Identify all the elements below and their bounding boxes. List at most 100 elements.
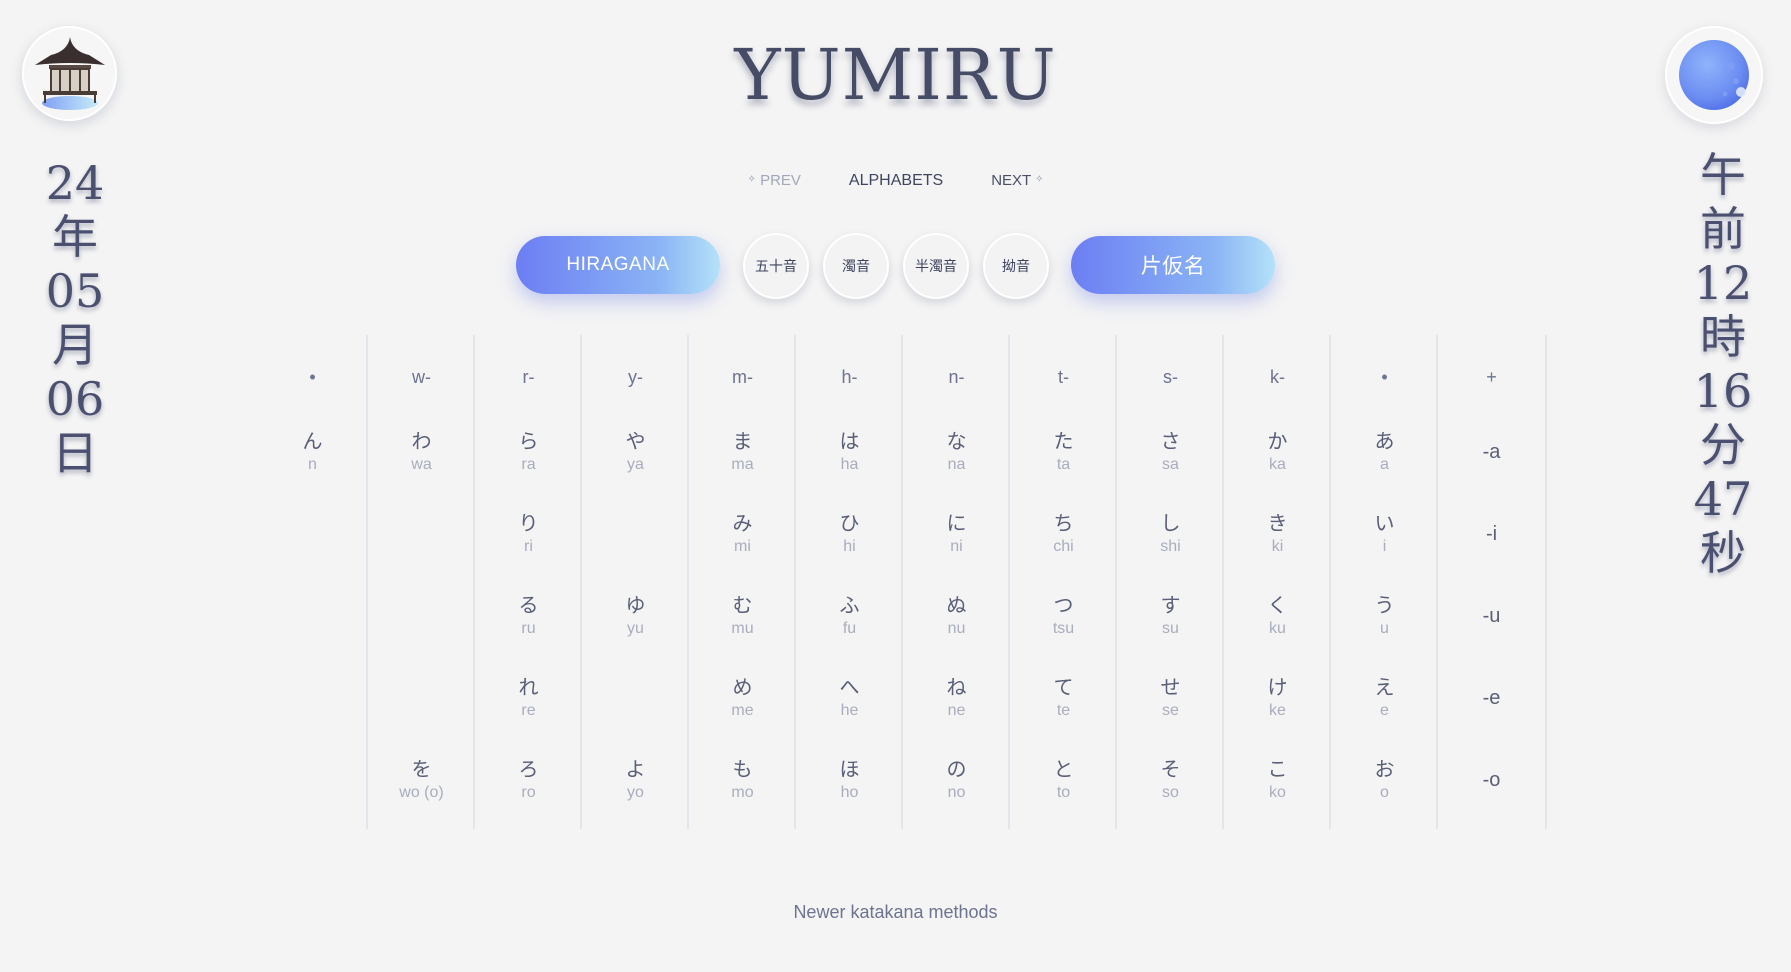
- kana-cell[interactable]: ふ fu: [796, 591, 903, 639]
- kana-character: ふ: [839, 593, 860, 617]
- kana-cell[interactable]: よ yo: [582, 755, 689, 803]
- kana-romaji: ru: [521, 620, 536, 637]
- katakana-button[interactable]: 片仮名: [1071, 236, 1275, 294]
- kana-cell[interactable]: す su: [1117, 591, 1224, 639]
- kana-cell[interactable]: や ya: [582, 427, 689, 475]
- kana-cell[interactable]: む mu: [689, 591, 796, 639]
- column-header: n-: [948, 367, 965, 387]
- time-second-kanji: 秒: [1700, 526, 1746, 580]
- kana-cell[interactable]: ね ne: [903, 673, 1010, 721]
- kana-column: s- さ sa し shi す su せ se そ so: [1115, 335, 1224, 829]
- kana-romaji: sa: [1162, 456, 1179, 473]
- kana-romaji: ya: [627, 456, 644, 473]
- kana-cell[interactable]: いi: [1331, 509, 1438, 557]
- gojuon-button[interactable]: 五十音: [743, 233, 809, 299]
- kana-cell[interactable]: おo: [1331, 755, 1438, 803]
- kana-cell[interactable]: ほ ho: [796, 755, 903, 803]
- kana-column: r- ら ra り ri る ru れ re ろ ro: [473, 335, 582, 829]
- kana-cell[interactable]: な na: [903, 427, 1010, 475]
- kana-cell[interactable]: れ re: [475, 673, 582, 721]
- kana-cell[interactable]: け ke: [1224, 673, 1331, 721]
- kana-romaji: so: [1162, 784, 1179, 801]
- kana-romaji: yu: [627, 620, 644, 637]
- column-header: r-: [522, 367, 535, 387]
- kana-character: た: [1053, 429, 1074, 453]
- kana-cell[interactable]: の no: [903, 755, 1010, 803]
- kana-cell[interactable]: そ so: [1117, 755, 1224, 803]
- kana-character: ろ: [518, 757, 539, 781]
- kana-character: ゆ: [625, 593, 646, 617]
- prev-label: PREV: [760, 172, 801, 189]
- kana-cell[interactable]: を wo (o): [368, 755, 475, 803]
- newer-katakana-link[interactable]: Newer katakana methods: [0, 902, 1791, 923]
- kana-cell[interactable]: ま ma: [689, 427, 796, 475]
- kana-cell[interactable]: ひ hi: [796, 509, 903, 557]
- kana-character: る: [518, 593, 539, 617]
- date-year-kanji: 年: [52, 210, 98, 264]
- kana-cell[interactable]: ゆ yu: [582, 591, 689, 639]
- kana-cell[interactable]: も mo: [689, 755, 796, 803]
- kana-character: へ: [839, 675, 860, 699]
- kana-cell[interactable]: んn: [259, 427, 366, 475]
- kana-cell[interactable]: さ sa: [1117, 427, 1224, 475]
- kana-character: ほ: [839, 757, 860, 781]
- column-header: y-: [628, 367, 643, 387]
- kana-cell[interactable]: か ka: [1224, 427, 1331, 475]
- youon-button[interactable]: 拗音: [983, 233, 1049, 299]
- sparkle-icon: ✧: [1035, 174, 1044, 185]
- kana-cell[interactable]: つ tsu: [1010, 591, 1117, 639]
- kana-cell[interactable]: し shi: [1117, 509, 1224, 557]
- time-vertical: 午 前 12 時 16 分 47 秒: [1683, 152, 1763, 584]
- kana-cell[interactable]: うu: [1331, 591, 1438, 639]
- kana-cell[interactable]: み mi: [689, 509, 796, 557]
- vowel-row-label: -u: [1482, 605, 1501, 627]
- vowel-row-label: -e: [1482, 687, 1501, 709]
- kana-romaji: i: [1382, 538, 1387, 555]
- kana-column: y- や ya ゆ yu よ yo: [580, 335, 689, 829]
- kana-cell[interactable]: せ se: [1117, 673, 1224, 721]
- kana-cell[interactable]: は ha: [796, 427, 903, 475]
- kana-cell[interactable]: る ru: [475, 591, 582, 639]
- kana-cell[interactable]: と to: [1010, 755, 1117, 803]
- kana-cell[interactable]: り ri: [475, 509, 582, 557]
- kana-cell[interactable]: ぬ nu: [903, 591, 1010, 639]
- vowel-row-label: -i: [1485, 523, 1498, 545]
- kana-cell[interactable]: に ni: [903, 509, 1010, 557]
- date-month: 05: [45, 264, 105, 318]
- next-link[interactable]: NEXT ✧: [991, 172, 1043, 190]
- kana-cell[interactable]: あa: [1331, 427, 1438, 475]
- kana-cell[interactable]: き ki: [1224, 509, 1331, 557]
- kana-cell[interactable]: め me: [689, 673, 796, 721]
- kana-table: • ん n w- わ wa を wo (o) r- ら ra り ri る ru れ re ろ ro y- や ya ゆ yu…: [259, 335, 1547, 829]
- kana-character: つ: [1053, 593, 1074, 617]
- kana-romaji: chi: [1053, 538, 1074, 555]
- dakuon-button[interactable]: 濁音: [823, 233, 889, 299]
- kana-romaji: ri: [524, 538, 533, 555]
- kana-romaji: fu: [842, 620, 857, 637]
- kana-romaji: n: [308, 456, 317, 473]
- kana-cell[interactable]: へ he: [796, 673, 903, 721]
- kana-character: う: [1374, 593, 1395, 617]
- kana-romaji: ha: [840, 456, 859, 473]
- hiragana-button[interactable]: HIRAGANA: [516, 236, 720, 294]
- kana-cell[interactable]: ら ra: [475, 427, 582, 475]
- kana-cell[interactable]: わ wa: [368, 427, 475, 475]
- kana-romaji: ni: [950, 538, 963, 555]
- kana-cell[interactable]: ろ ro: [475, 755, 582, 803]
- kana-cell[interactable]: えe: [1331, 673, 1438, 721]
- kana-cell[interactable]: た ta: [1010, 427, 1117, 475]
- kana-character: に: [946, 511, 967, 535]
- kana-cell[interactable]: ち chi: [1010, 509, 1117, 557]
- prev-link[interactable]: ✧ PREV: [748, 172, 801, 190]
- kana-cell[interactable]: く ku: [1224, 591, 1331, 639]
- kana-cell[interactable]: て te: [1010, 673, 1117, 721]
- column-header: •: [309, 367, 316, 387]
- handakuon-button[interactable]: 半濁音: [903, 233, 969, 299]
- kana-column: t- た ta ち chi つ tsu て te と to: [1008, 335, 1117, 829]
- kana-romaji: ne: [947, 702, 966, 719]
- kana-cell[interactable]: こ ko: [1224, 755, 1331, 803]
- kana-character: れ: [518, 675, 539, 699]
- kana-romaji: ra: [521, 456, 536, 473]
- kana-romaji: a: [1380, 456, 1389, 473]
- kana-romaji: hi: [843, 538, 856, 555]
